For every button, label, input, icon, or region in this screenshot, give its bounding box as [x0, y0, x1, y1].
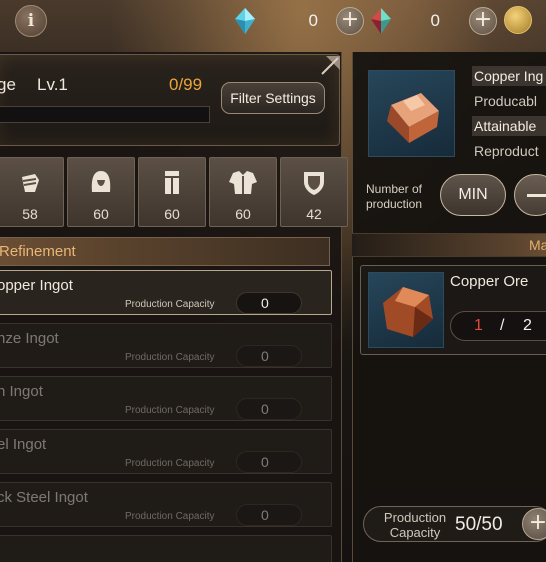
glove-icon	[22, 174, 39, 192]
info-button[interactable]: i	[15, 5, 47, 37]
category-count: 60	[164, 206, 180, 222]
category-count: 42	[306, 206, 322, 222]
craft-level: Lv.1	[37, 75, 68, 94]
production-capacity-value: 0	[236, 398, 302, 420]
number-of-production-label: Number of production	[365, 182, 423, 211]
category-tab-5[interactable]: 42	[280, 157, 348, 227]
copper-ingot-icon	[368, 70, 455, 157]
level-progress-bar	[0, 106, 210, 123]
shield-icon	[304, 172, 324, 195]
recipe-item-copper-ingot[interactable]: opper Ingot Production Capacity 0	[0, 270, 332, 315]
material-name: Copper Ore	[450, 273, 529, 290]
recipe-name: nze Ingot	[0, 330, 59, 347]
craft-name: ge	[0, 75, 16, 94]
material-quantity: 1 / 2	[450, 311, 546, 341]
filter-settings-button[interactable]: Filter Settings	[221, 82, 325, 114]
hood-icon	[91, 171, 111, 192]
production-capacity-value: 50/50	[455, 514, 503, 535]
blue-crystal-icon	[235, 8, 255, 34]
item-name: Copper Ing	[472, 66, 546, 86]
category-count: 60	[93, 206, 109, 222]
materials-header: Ma	[352, 233, 546, 257]
category-tabs: 58 60 60 60 42	[0, 157, 348, 227]
currency-red: 0	[368, 7, 440, 35]
copper-ore-icon	[368, 272, 444, 348]
production-capacity-value: 0	[236, 345, 302, 367]
add-capacity-button[interactable]: +	[522, 508, 546, 540]
section-refinement-header[interactable]: Refinement	[0, 237, 330, 266]
production-capacity-value: 0	[236, 451, 302, 473]
recipe-name: el Ingot	[0, 436, 47, 453]
recipe-name: opper Ingot	[0, 277, 73, 294]
category-count: 58	[22, 206, 38, 222]
currency-blue: 0	[232, 7, 318, 35]
currency-blue-count: 0	[308, 11, 318, 30]
category-tab-3[interactable]: 60	[138, 157, 206, 227]
recipe-item-black-steel-ingot[interactable]: ck Steel Ingot Production Capacity 0	[0, 482, 332, 527]
production-capacity-label: Production Capacity	[125, 299, 215, 310]
add-blue-currency-button[interactable]: +	[336, 7, 364, 35]
minus-icon	[527, 194, 546, 197]
recipe-item-bronze-ingot[interactable]: nze Ingot Production Capacity 0	[0, 323, 332, 368]
attainable-label: Attainable	[472, 116, 546, 136]
production-capacity-label: Production Capacity	[383, 510, 447, 540]
min-button[interactable]: MIN	[440, 174, 506, 216]
category-count: 60	[235, 206, 251, 222]
producible-label: Producabl	[474, 93, 538, 109]
material-have: 1	[474, 317, 483, 334]
leg-armor-icon	[165, 171, 179, 194]
production-capacity-value: 0	[236, 292, 302, 314]
production-capacity-label: Production Capacity	[125, 458, 215, 469]
production-capacity-label: Production Capacity	[125, 352, 215, 363]
recipe-name: ck Steel Ingot	[0, 489, 88, 506]
currency-red-count: 0	[430, 11, 440, 30]
production-capacity-label: Production Capacity	[125, 405, 215, 416]
category-tab-2[interactable]: 60	[67, 157, 135, 227]
gold-coin-icon	[504, 6, 532, 34]
recipe-item-partial[interactable]	[0, 535, 332, 562]
category-tab-4[interactable]: 60	[209, 157, 277, 227]
recipe-item-steel-ingot[interactable]: el Ingot Production Capacity 0	[0, 429, 332, 474]
material-need: 2	[523, 317, 532, 334]
recipe-item-iron-ingot[interactable]: n Ingot Production Capacity 0	[0, 376, 332, 421]
add-red-currency-button[interactable]: +	[469, 7, 497, 35]
collapse-arrow-icon[interactable]	[312, 54, 342, 80]
production-capacity-value: 0	[236, 504, 302, 526]
red-crystal-icon	[371, 8, 391, 34]
production-capacity-label: Production Capacity	[125, 511, 215, 522]
reproduction-label: Reproduct	[474, 143, 539, 159]
recipe-name: n Ingot	[0, 383, 43, 400]
category-tab-1[interactable]: 58	[0, 157, 64, 227]
chest-armor-icon	[229, 171, 257, 194]
material-separator: /	[500, 317, 505, 334]
craft-count: 0/99	[169, 75, 203, 94]
